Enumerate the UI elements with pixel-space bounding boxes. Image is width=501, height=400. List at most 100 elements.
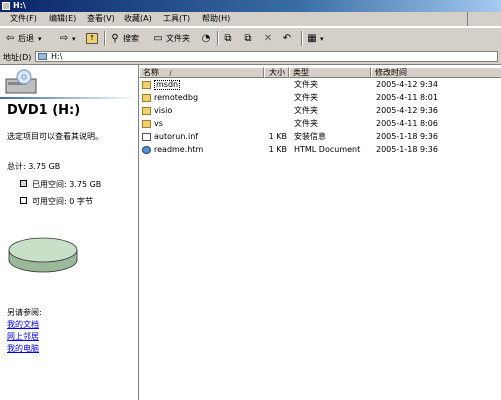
file-list-pane: 名称 / 大小 类型 修改时间 msdn 文件夹 2005-4-12 9:34 … bbox=[138, 65, 501, 400]
link-my-documents[interactable]: 我的文档 bbox=[7, 319, 39, 331]
chevron-down-icon[interactable]: ▾ bbox=[320, 35, 324, 43]
see-also-label: 另请参阅: bbox=[7, 308, 42, 317]
column-header-size-label: 大小 bbox=[269, 68, 285, 77]
column-header-size[interactable]: 大小 bbox=[264, 67, 289, 78]
copy-to-button[interactable]: ⧉ bbox=[242, 31, 256, 46]
delete-x-icon: ✕ bbox=[263, 32, 273, 44]
menu-help[interactable]: 帮助(H) bbox=[202, 14, 230, 24]
file-size: 1 KB bbox=[268, 132, 287, 141]
toolbar-divider bbox=[217, 31, 219, 46]
info-pane: DVD1 (H:) 选定项目可以查看其说明。 总计: 3.75 GB 已用空间:… bbox=[0, 65, 138, 400]
undo-button[interactable]: ↶ bbox=[281, 31, 295, 46]
toolbar: ⇦ 后退 ▾ ⇨ ▾ ↑ ⚲ 搜索 ▭ 文件夹 ◔ ⧉ ⧉ ✕ ↶ ▦ ▾ bbox=[0, 27, 501, 51]
folder-icon bbox=[142, 94, 151, 102]
column-header-type[interactable]: 类型 bbox=[289, 67, 371, 78]
file-name: autorun.inf bbox=[154, 132, 199, 141]
html-icon bbox=[142, 146, 151, 154]
chevron-down-icon[interactable]: ▾ bbox=[38, 35, 42, 43]
file-type: 文件夹 bbox=[294, 119, 318, 128]
free-space-legend-swatch bbox=[20, 197, 27, 204]
file-type: 安装信息 bbox=[294, 132, 326, 141]
back-button[interactable]: ⇦ 后退 ▾ bbox=[4, 31, 42, 46]
file-modified: 2005-4-11 8:01 bbox=[376, 93, 438, 102]
drive-icon bbox=[38, 53, 47, 60]
used-space-legend-swatch bbox=[20, 180, 27, 187]
forward-arrow-icon: ⇨ bbox=[59, 32, 69, 44]
toolbar-divider bbox=[301, 31, 303, 46]
title-bar: H:\ bbox=[0, 0, 501, 12]
menu-bar: 文件(F) 编辑(E) 查看(V) 收藏(A) 工具(T) 帮助(H) bbox=[0, 12, 501, 27]
table-row[interactable]: remotedbg 文件夹 2005-4-11 8:01 bbox=[139, 93, 501, 103]
chevron-down-icon[interactable]: ▾ bbox=[72, 35, 76, 43]
file-name: vs bbox=[154, 119, 163, 128]
document-icon bbox=[142, 133, 151, 141]
column-header-modified[interactable]: 修改时间 bbox=[371, 67, 501, 78]
address-label: 地址(D) bbox=[3, 53, 32, 62]
windows-logo-icon bbox=[467, 12, 501, 26]
back-arrow-icon: ⇦ bbox=[5, 32, 15, 44]
views-button[interactable]: ▦ ▾ bbox=[306, 31, 324, 46]
history-button[interactable]: ◔ bbox=[200, 31, 214, 46]
views-icon: ▦ bbox=[307, 32, 317, 44]
file-size: 1 KB bbox=[268, 145, 287, 154]
search-button[interactable]: ⚲ 搜索 bbox=[109, 31, 139, 46]
column-header-name-label: 名称 bbox=[143, 68, 159, 77]
menu-tools[interactable]: 工具(T) bbox=[163, 14, 190, 24]
folders-icon: ▭ bbox=[153, 32, 163, 44]
free-space-text: 可用空间: 0 字节 bbox=[32, 197, 93, 206]
folders-button[interactable]: ▭ 文件夹 bbox=[152, 31, 190, 46]
title-divider bbox=[0, 97, 138, 99]
address-bar: 地址(D) H:\ bbox=[0, 50, 501, 65]
file-name: readme.htm bbox=[154, 145, 204, 154]
see-also-links: 我的文档 网上邻居 我的电脑 bbox=[7, 319, 39, 355]
file-name: msdn bbox=[154, 80, 181, 90]
column-header-name[interactable]: 名称 / bbox=[139, 67, 264, 78]
up-button[interactable]: ↑ bbox=[86, 31, 100, 46]
file-modified: 2005-1-18 9:36 bbox=[376, 145, 438, 154]
toolbar-divider bbox=[104, 31, 106, 46]
file-type: 文件夹 bbox=[294, 106, 318, 115]
forward-button[interactable]: ⇨ ▾ bbox=[58, 31, 76, 46]
undo-icon: ↶ bbox=[282, 32, 292, 44]
file-modified: 2005-4-11 8:06 bbox=[376, 119, 438, 128]
address-value: H:\ bbox=[51, 52, 63, 61]
history-icon: ◔ bbox=[201, 32, 211, 44]
menu-view[interactable]: 查看(V) bbox=[87, 14, 115, 24]
table-row[interactable]: msdn 文件夹 2005-4-12 9:34 bbox=[139, 80, 501, 90]
file-modified: 2005-4-12 9:34 bbox=[376, 80, 438, 89]
drive-icon bbox=[2, 2, 10, 10]
copy-to-icon: ⧉ bbox=[244, 32, 252, 44]
total-capacity: 总计: 3.75 GB bbox=[7, 162, 61, 171]
search-label: 搜索 bbox=[123, 34, 139, 43]
column-header-modified-label: 修改时间 bbox=[375, 68, 407, 77]
sort-ascending-icon: / bbox=[169, 70, 172, 77]
address-input[interactable]: H:\ bbox=[35, 51, 498, 62]
table-row[interactable]: vs 文件夹 2005-4-11 8:06 bbox=[139, 119, 501, 129]
table-row[interactable]: autorun.inf 1 KB 安装信息 2005-1-18 9:36 bbox=[139, 132, 501, 142]
file-type: 文件夹 bbox=[294, 93, 318, 102]
file-name: remotedbg bbox=[154, 93, 199, 102]
folder-icon bbox=[142, 107, 151, 115]
move-to-button[interactable]: ⧉ bbox=[222, 31, 236, 46]
file-type: HTML Document bbox=[294, 145, 361, 154]
table-row[interactable]: visio 文件夹 2005-4-12 9:36 bbox=[139, 106, 501, 116]
file-name: visio bbox=[154, 106, 173, 115]
folder-icon bbox=[142, 81, 151, 89]
search-icon: ⚲ bbox=[111, 32, 119, 44]
folder-up-icon: ↑ bbox=[86, 33, 98, 44]
used-space-text: 已用空间: 3.75 GB bbox=[32, 180, 102, 189]
column-header-type-label: 类型 bbox=[293, 68, 309, 77]
menu-edit[interactable]: 编辑(E) bbox=[49, 14, 76, 24]
link-my-computer[interactable]: 我的电脑 bbox=[7, 343, 39, 355]
file-modified: 2005-4-12 9:36 bbox=[376, 106, 438, 115]
folders-label: 文件夹 bbox=[166, 34, 190, 43]
menu-favorites[interactable]: 收藏(A) bbox=[124, 14, 152, 24]
link-network-places[interactable]: 网上邻居 bbox=[7, 331, 39, 343]
table-row[interactable]: readme.htm 1 KB HTML Document 2005-1-18 … bbox=[139, 145, 501, 155]
cd-drive-icon bbox=[5, 69, 37, 94]
move-to-icon: ⧉ bbox=[224, 32, 232, 44]
delete-button[interactable]: ✕ bbox=[262, 31, 276, 46]
file-modified: 2005-1-18 9:36 bbox=[376, 132, 438, 141]
selection-hint: 选定项目可以查看其说明。 bbox=[7, 132, 103, 141]
menu-file[interactable]: 文件(F) bbox=[10, 14, 37, 24]
